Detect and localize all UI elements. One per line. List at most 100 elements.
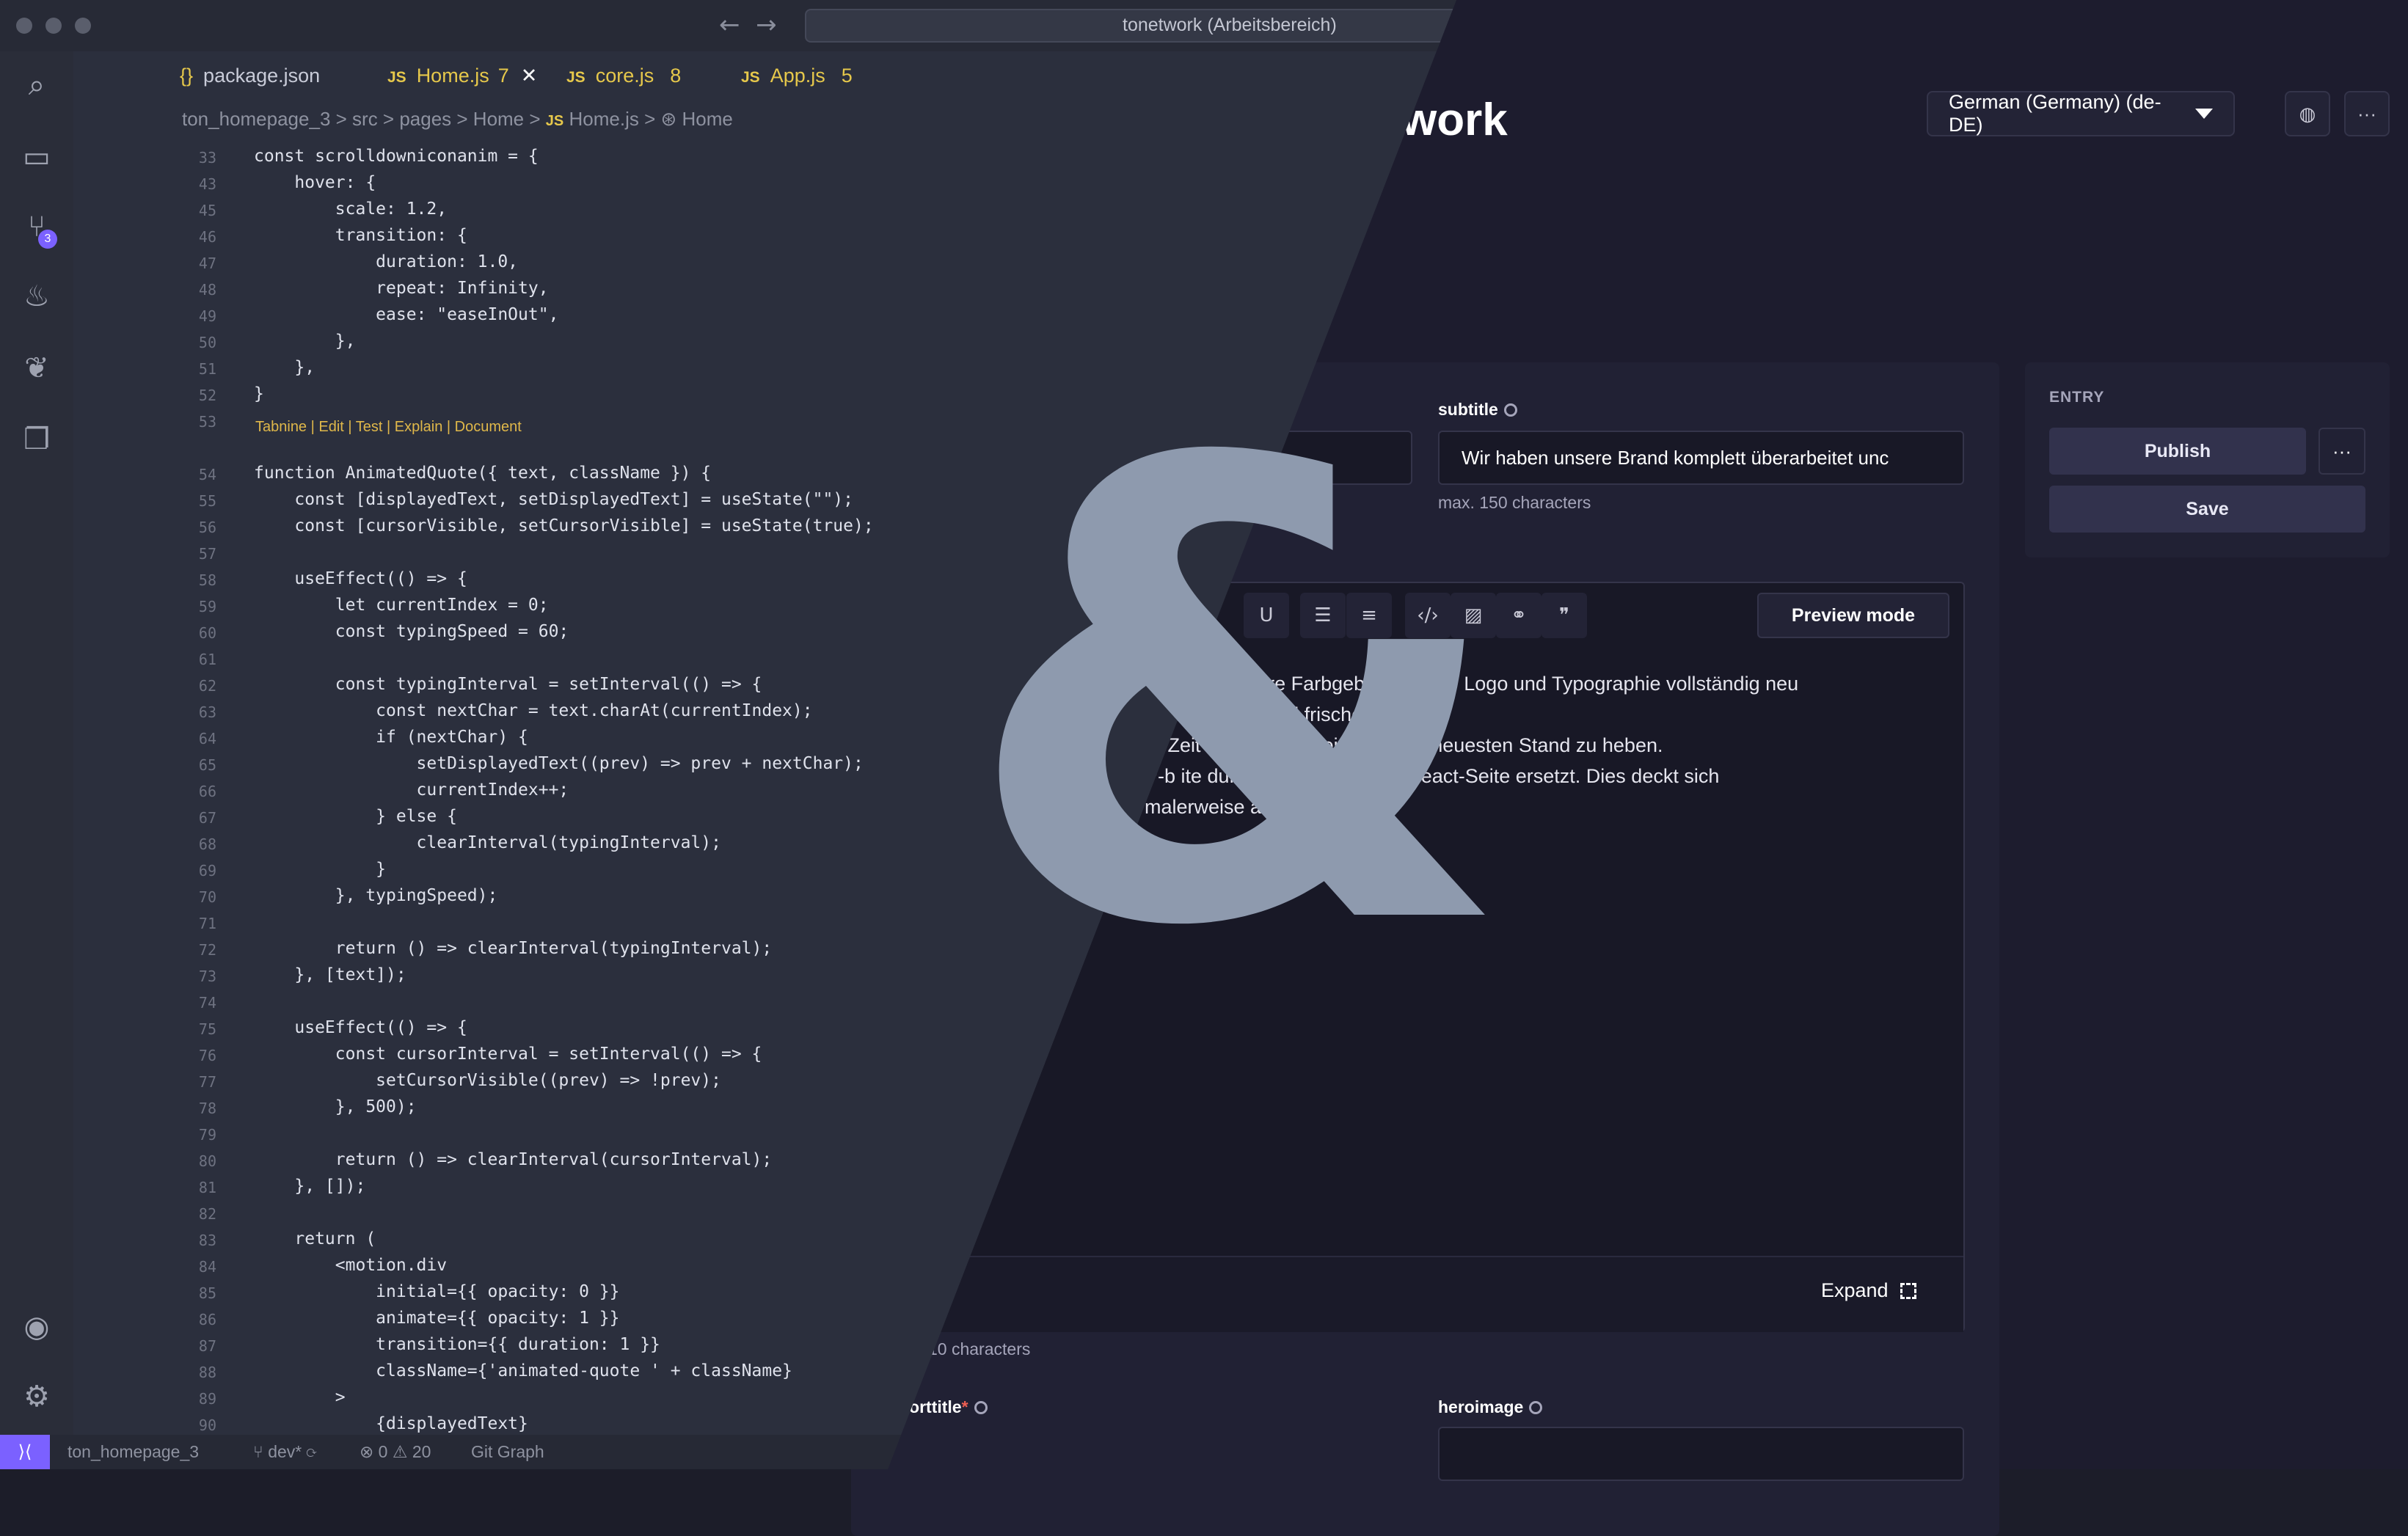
code-line[interactable]: const typingSpeed = 60;: [254, 622, 569, 641]
code-line[interactable]: }, typingSpeed);: [254, 886, 498, 905]
body-hint: 10 characters: [928, 1339, 1031, 1358]
editor-footer: [900, 1256, 1963, 1332]
code-line[interactable]: function AnimatedQuote({ text, className…: [254, 464, 711, 483]
code-line[interactable]: setCursorVisible((prev) => !prev);: [254, 1071, 721, 1090]
code-line[interactable]: const [cursorVisible, setCursorVisible] …: [254, 516, 873, 535]
line-number: 66: [198, 783, 216, 800]
globe-button[interactable]: ◍: [2285, 91, 2330, 136]
publish-button[interactable]: Publish: [2049, 428, 2306, 475]
line-number: 83: [198, 1232, 216, 1249]
code-line[interactable]: transition: {: [254, 226, 467, 245]
code-line[interactable]: }, []);: [254, 1177, 365, 1196]
minimize-window-button[interactable]: [45, 18, 62, 34]
close-window-button[interactable]: [16, 18, 32, 34]
back-icon[interactable]: ←: [719, 10, 740, 40]
code-line[interactable]: animate={{ opacity: 1 }}: [254, 1309, 619, 1328]
line-number: 82: [198, 1205, 216, 1223]
code-line[interactable]: let currentIndex = 0;: [254, 596, 549, 615]
status-branch[interactable]: ⑂ dev* ⟳: [253, 1442, 316, 1462]
code-line[interactable]: clearInterval(typingInterval);: [254, 833, 721, 852]
tab-package-json[interactable]: {} package.json: [180, 65, 320, 94]
heroimage-input[interactable]: [1438, 1427, 1964, 1481]
more-icon: ···: [2357, 102, 2376, 125]
page-title: work: [1401, 95, 1508, 145]
more-options-button[interactable]: ···: [2344, 91, 2390, 136]
subtitle-input[interactable]: Wir haben unsere Brand komplett überarbe…: [1438, 431, 1964, 485]
line-number: 55: [198, 492, 216, 510]
code-line[interactable]: duration: 1.0,: [254, 252, 518, 271]
locale-select[interactable]: German (Germany) (de-DE): [1927, 91, 2235, 136]
line-number: 45: [198, 202, 216, 219]
tab-home-js[interactable]: JS Home.js 7 ✕: [387, 65, 537, 94]
line-number: 57: [198, 545, 216, 563]
json-icon: {}: [180, 65, 194, 87]
line-number: 75: [198, 1020, 216, 1038]
forward-icon[interactable]: →: [756, 10, 777, 40]
line-number: 67: [198, 809, 216, 827]
code-line[interactable]: }, [text]);: [254, 965, 406, 984]
code-line[interactable]: } else {: [254, 807, 457, 826]
code-line[interactable]: const cursorInterval = setInterval(() =>…: [254, 1045, 762, 1064]
code-line[interactable]: initial={{ opacity: 0 }}: [254, 1282, 619, 1301]
breadcrumb[interactable]: ton_homepage_3 > src > pages > Home > JS…: [182, 108, 733, 131]
code-line[interactable]: if (nextChar) {: [254, 728, 528, 747]
line-number: 69: [198, 862, 216, 879]
maximize-window-button[interactable]: [75, 18, 91, 34]
code-line[interactable]: },: [254, 332, 356, 351]
more-icon: ···: [2332, 439, 2352, 462]
expand-icon: [1900, 1282, 1916, 1299]
tab-app-js[interactable]: JS App.js 5: [741, 65, 853, 94]
code-line[interactable]: className={'animated-quote ' + className…: [254, 1361, 792, 1380]
code-line[interactable]: <motion.div: [254, 1256, 447, 1275]
code-line[interactable]: },: [254, 358, 315, 377]
quote-icon: ❞: [1559, 604, 1569, 626]
status-problems[interactable]: ⊗ 0 ⚠ 20: [360, 1442, 431, 1462]
line-number: 68: [198, 835, 216, 853]
preview-mode-button[interactable]: Preview mode: [1757, 593, 1949, 638]
line-number: 50: [198, 334, 216, 351]
code-line[interactable]: ease: "easeInOut",: [254, 305, 558, 324]
code-line[interactable]: useEffect(() => {: [254, 569, 467, 588]
line-number: 48: [198, 281, 216, 299]
code-editor[interactable]: 33 const scrolldowniconanim = {43 hover: …: [0, 132, 1027, 1460]
close-tab-icon[interactable]: ✕: [521, 65, 538, 87]
code-line[interactable]: return (: [254, 1229, 376, 1248]
line-number: 61: [198, 651, 216, 668]
code-line[interactable]: {displayedText}: [254, 1414, 528, 1433]
expand-button[interactable]: Expand: [1821, 1279, 1916, 1302]
line-number: 73: [198, 968, 216, 985]
save-button[interactable]: Save: [2049, 486, 2365, 533]
code-line[interactable]: setDisplayedText((prev) => prev + nextCh…: [254, 754, 864, 773]
globe-icon: ◍: [2299, 102, 2316, 125]
toolbar-quote[interactable]: ❞: [1542, 593, 1587, 638]
remote-indicator[interactable]: ⟩⟨: [0, 1435, 50, 1469]
code-line[interactable]: const [displayedText, setDisplayedText] …: [254, 490, 853, 509]
search-icon[interactable]: ⌕: [19, 67, 54, 103]
tab-core-js[interactable]: JS core.js 8: [566, 65, 681, 94]
code-line[interactable]: const typingInterval = setInterval(() =>…: [254, 675, 762, 694]
line-number: 80: [198, 1152, 216, 1170]
code-line[interactable]: repeat: Infinity,: [254, 279, 548, 298]
line-number: 60: [198, 624, 216, 642]
code-line[interactable]: }, 500);: [254, 1097, 417, 1116]
globe-icon: [974, 1401, 988, 1414]
status-folder[interactable]: ton_homepage_3: [68, 1442, 199, 1462]
code-line[interactable]: return () => clearInterval(typingInterva…: [254, 939, 772, 958]
code-line[interactable]: scale: 1.2,: [254, 200, 447, 219]
code-line[interactable]: hover: {: [254, 173, 376, 192]
code-line[interactable]: return () => clearInterval(cursorInterva…: [254, 1150, 772, 1169]
code-line[interactable]: transition={{ duration: 1 }}: [254, 1335, 660, 1354]
status-git-graph[interactable]: Git Graph: [471, 1442, 544, 1462]
code-line[interactable]: }: [254, 384, 264, 403]
code-line[interactable]: useEffect(() => {: [254, 1018, 467, 1037]
code-line[interactable]: >: [254, 1388, 346, 1407]
line-number: 52: [198, 387, 216, 404]
js-icon: JS: [741, 69, 760, 86]
nav-arrows[interactable]: ← →: [719, 10, 777, 40]
line-number: 71: [198, 915, 216, 932]
code-line[interactable]: currentIndex++;: [254, 780, 569, 800]
code-line[interactable]: const nextChar = text.charAt(currentInde…: [254, 701, 812, 720]
entry-more-button[interactable]: ···: [2318, 428, 2365, 475]
code-line[interactable]: }: [254, 860, 386, 879]
code-line[interactable]: const scrolldowniconanim = {: [254, 147, 539, 166]
